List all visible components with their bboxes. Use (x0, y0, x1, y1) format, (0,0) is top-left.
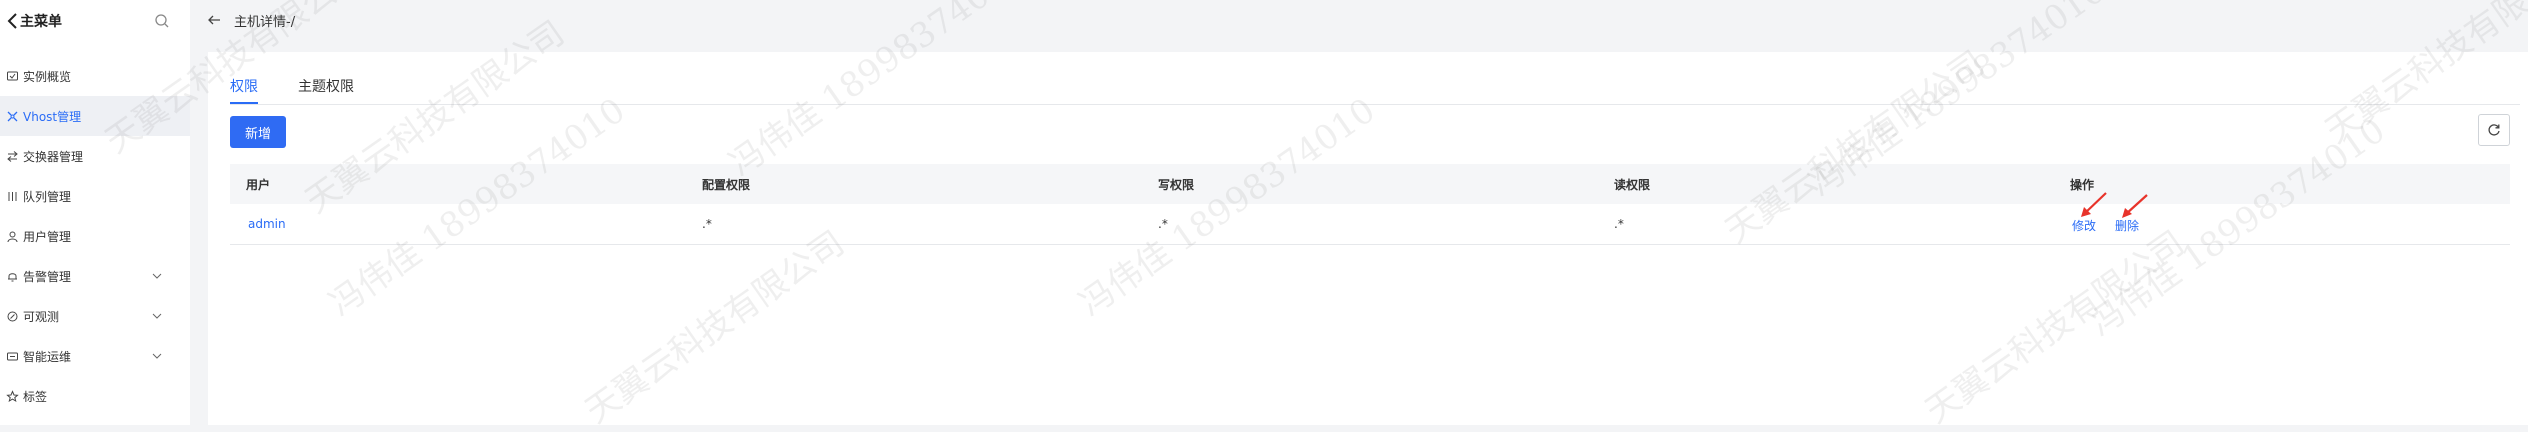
sidebar-item-tag[interactable]: 标签 (0, 376, 190, 416)
cell-config: .* (702, 217, 712, 231)
sidebar-item-ops[interactable]: 智能运维 (0, 336, 190, 376)
alarm-icon (8, 272, 17, 281)
menu-title: 主菜单 (20, 14, 62, 30)
vhost-icon (7, 111, 18, 121)
sidebar-item-label: 用户管理 (23, 229, 72, 244)
tag-icon (6, 389, 19, 402)
column-header-config: 配置权限 (702, 178, 751, 192)
menu-header: 主菜单 (0, 0, 190, 42)
sidebar-item-label: 实例概览 (23, 69, 72, 84)
table-row: admin .* .* .* 修改 删除 (230, 204, 2510, 244)
chevron-down-icon (152, 353, 162, 359)
search-icon[interactable] (154, 13, 170, 29)
breadcrumb-bar: 主机详情-/ (190, 0, 2528, 40)
cell-read: .* (1614, 217, 1624, 231)
sidebar-item-user[interactable]: 用户管理 (0, 216, 190, 256)
observe-icon (7, 311, 18, 321)
ops-icon (7, 352, 18, 360)
tab-topic-permission[interactable]: 主题权限 (298, 76, 354, 96)
chevron-down-icon (152, 273, 162, 279)
exchange-icon (7, 150, 18, 162)
annotation-arrow-icon (2081, 192, 2107, 217)
table-header: 用户 配置权限 写权限 读权限 操作 (230, 164, 2510, 204)
column-header-user: 用户 (246, 178, 271, 192)
sidebar-item-label: 交换器管理 (23, 149, 84, 164)
sidebar-item-queue[interactable]: 队列管理 (0, 176, 190, 216)
sidebar: 主菜单 实例概览 Vhost管理 交换器管理 队列管理 用户管理 告警管理 可观… (0, 0, 190, 425)
cell-write: .* (1158, 217, 1168, 231)
sidebar-item-label: 标签 (23, 389, 48, 404)
tab-permission[interactable]: 权限 (230, 76, 258, 96)
user-icon (7, 231, 18, 242)
tab-bar: 权限 主题权限 (230, 70, 2520, 105)
sidebar-item-label: 智能运维 (23, 349, 72, 364)
annotation-arrow-icon (2122, 194, 2148, 218)
page-title: 主机详情-/ (234, 15, 296, 30)
column-header-write: 写权限 (1158, 178, 1195, 192)
sidebar-item-label: 可观测 (23, 309, 60, 324)
queue-icon (8, 191, 17, 201)
add-button[interactable]: 新增 (230, 116, 286, 148)
refresh-icon (2488, 124, 2500, 136)
sidebar-item-alarm[interactable]: 告警管理 (0, 256, 190, 296)
sidebar-item-label: 告警管理 (23, 269, 72, 284)
sidebar-item-label: Vhost管理 (23, 109, 82, 124)
sidebar-item-instance-overview[interactable]: 实例概览 (0, 56, 190, 96)
content-card: 权限 主题权限 新增 用户 配置权限 写权限 读权限 操作 admin .* .… (208, 52, 2528, 425)
cell-user[interactable]: admin (248, 217, 286, 231)
sidebar-item-observe[interactable]: 可观测 (0, 296, 190, 336)
chevron-left-icon[interactable] (6, 12, 20, 30)
sidebar-item-exchange[interactable]: 交换器管理 (0, 136, 190, 176)
tab-active-indicator (230, 102, 258, 104)
sidebar-item-vhost[interactable]: Vhost管理 (0, 96, 190, 136)
dashboard-icon (7, 71, 18, 80)
arrow-left-icon[interactable] (206, 12, 222, 28)
chevron-down-icon (152, 313, 162, 319)
column-header-read: 读权限 (1614, 178, 1651, 192)
sidebar-item-label: 队列管理 (23, 189, 72, 204)
permission-table: 用户 配置权限 写权限 读权限 操作 admin .* .* .* 修改 删除 (230, 164, 2510, 245)
refresh-button[interactable] (2478, 114, 2510, 146)
